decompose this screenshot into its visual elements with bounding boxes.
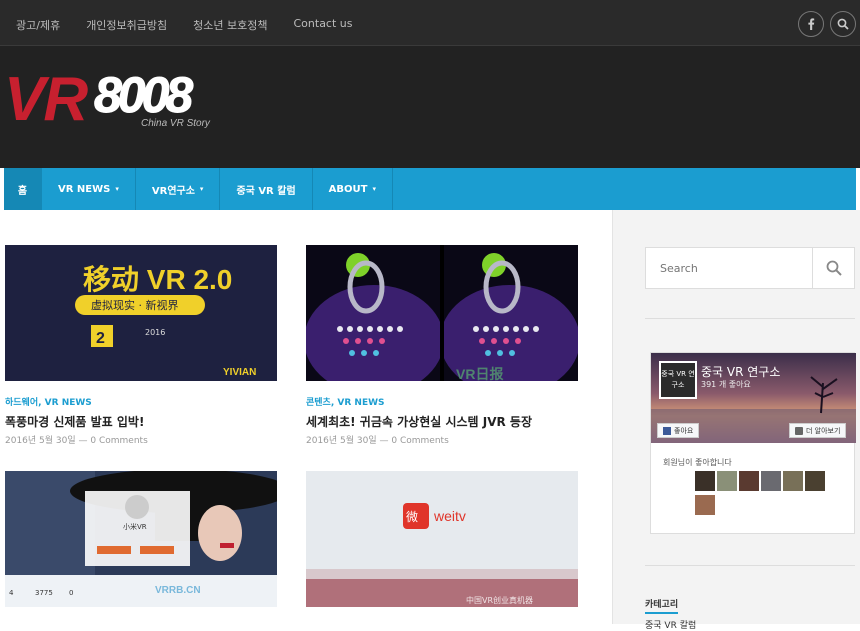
search-button[interactable] <box>812 248 854 288</box>
post-image-brand: YIVIAN <box>223 367 256 378</box>
post-thumbnail[interactable]: 小米VR 4 3775 0 VRRB.CN <box>5 471 277 607</box>
post-image-watermark: VRRB.CN <box>155 585 201 596</box>
sidebar-search <box>645 247 855 289</box>
post-comments[interactable]: 0 Comments <box>90 436 147 446</box>
post-meta: 2016년 5월 30일 — 0 Comments <box>306 436 449 446</box>
nav-item-about[interactable]: ABOUT ▾ <box>313 168 393 210</box>
post-image-stat: 0 <box>69 589 73 597</box>
post-image-stat: 4 <box>9 589 14 597</box>
chevron-down-icon: ▾ <box>372 185 376 193</box>
post-image-watermark: 中国VR创业真机器 <box>466 595 533 605</box>
top-link-privacy[interactable]: 개인정보취급방침 <box>86 17 167 33</box>
search-icon[interactable] <box>830 11 856 37</box>
post-image-year: 2016 <box>145 328 165 337</box>
avatar[interactable] <box>717 471 737 491</box>
avatar[interactable] <box>695 495 715 515</box>
logo-vr-text: VR <box>4 65 88 134</box>
info-icon <box>795 426 803 435</box>
fb-friends-text: 회원님이 좋아합니다 <box>663 458 732 467</box>
post-meta: 2016년 5월 30일 — 0 Comments <box>5 436 148 446</box>
site-header: VR 8008 China VR Story <box>0 46 860 168</box>
chevron-down-icon: ▾ <box>115 185 119 193</box>
chevron-down-icon: ▾ <box>199 185 204 193</box>
post-category[interactable]: 하드웨어, VR NEWS <box>5 395 92 408</box>
nav-item-vr-lab[interactable]: VR연구소 ▾ <box>136 168 221 210</box>
avatar[interactable] <box>695 471 715 491</box>
post-comments[interactable]: 0 Comments <box>391 436 448 446</box>
post-image-headline: 移动 VR 2.0 <box>83 264 232 295</box>
fb-page-name[interactable]: 중국 VR 연구소 <box>701 363 780 380</box>
facebook-icon <box>663 426 671 435</box>
post-image-sub: 虚拟现实 · 新视界 <box>91 298 179 312</box>
svg-text:2: 2 <box>96 330 105 347</box>
avatar[interactable] <box>783 471 803 491</box>
nav-label-vr-lab: VR연구소 <box>151 185 195 197</box>
post-category[interactable]: 콘텐츠, VR NEWS <box>306 395 385 408</box>
top-bar: 광고/제휴 개인정보취급방침 청소년 보호정책 Contact us <box>0 0 860 46</box>
category-item-label: 중국 VR 칼럼 <box>645 621 697 631</box>
fb-learn-more-button[interactable]: 더 알아보기 <box>789 423 847 438</box>
main-nav: 홈 VR NEWS ▾ VR연구소 ▾ 중국 VR 칼럼 ABOUT ▾ <box>4 168 856 210</box>
nav-item-vr-news[interactable]: VR NEWS ▾ <box>42 168 136 210</box>
post-date: 2016년 5월 30일 <box>5 436 76 446</box>
nav-label-home: 홈 <box>17 185 28 197</box>
nav-item-home[interactable]: 홈 <box>4 168 42 210</box>
facebook-icon[interactable] <box>798 11 824 37</box>
nav-label-column: 중국 VR 칼럼 <box>236 185 296 197</box>
fb-like-button[interactable]: 좋아요 <box>657 423 700 438</box>
post-date: 2016년 5월 30일 <box>306 436 377 446</box>
avatar[interactable] <box>805 471 825 491</box>
category-item[interactable]: 중국 VR 칼럼 <box>645 618 696 631</box>
avatar[interactable] <box>739 471 759 491</box>
fb-learn-more-label: 더 알아보기 <box>806 426 841 435</box>
post-image-stat: 3775 <box>35 589 53 597</box>
top-link-youth[interactable]: 청소년 보호정책 <box>193 17 267 33</box>
post-image-watermark: VR日报 <box>456 366 503 381</box>
post-title[interactable]: 폭풍마경 신제품 발표 입박! <box>5 413 144 430</box>
post-thumbnail[interactable]: 微 weitv 中国VR创业真机器 <box>306 471 578 607</box>
post-image-label: 小米VR <box>123 522 147 531</box>
nav-item-column[interactable]: 중국 VR 칼럼 <box>220 168 313 210</box>
svg-text:微: 微 <box>406 510 418 524</box>
post-image-brand: weitv <box>433 508 466 524</box>
top-nav: 광고/제휴 개인정보취급방침 청소년 보호정책 Contact us <box>16 17 353 33</box>
search-icon <box>826 260 842 276</box>
logo-subtitle: China VR Story <box>141 118 210 129</box>
facebook-page-widget: 중국 VR 연구소 중국 VR 연구소 391 개 좋아요 좋아요 더 알아보기… <box>650 352 856 534</box>
top-link-ads[interactable]: 광고/제휴 <box>16 17 60 33</box>
divider <box>645 318 855 319</box>
categories-heading: 카테고리 <box>645 597 679 614</box>
fb-page-likes: 391 개 좋아요 <box>701 380 751 389</box>
avatar[interactable] <box>761 471 781 491</box>
nav-label-vr-news: VR NEWS <box>58 183 111 195</box>
top-link-contact[interactable]: Contact us <box>294 17 353 33</box>
nav-label-about: ABOUT <box>328 183 368 195</box>
fb-like-label: 좋아요 <box>674 426 694 435</box>
post-thumbnail[interactable]: 移动 VR 2.0 虚拟现实 · 新视界 2016 2 YIVIAN <box>5 245 277 381</box>
search-input[interactable] <box>646 248 812 288</box>
divider <box>645 565 855 566</box>
fb-page-thumb[interactable]: 중국 VR 연구소 <box>659 361 697 399</box>
logo-number-text: 8008 <box>93 67 193 124</box>
post-thumbnail[interactable]: VR日报 <box>306 245 578 381</box>
post-title[interactable]: 세계최초! 귀금속 가상현실 시스템 JVR 등장 <box>306 413 532 430</box>
